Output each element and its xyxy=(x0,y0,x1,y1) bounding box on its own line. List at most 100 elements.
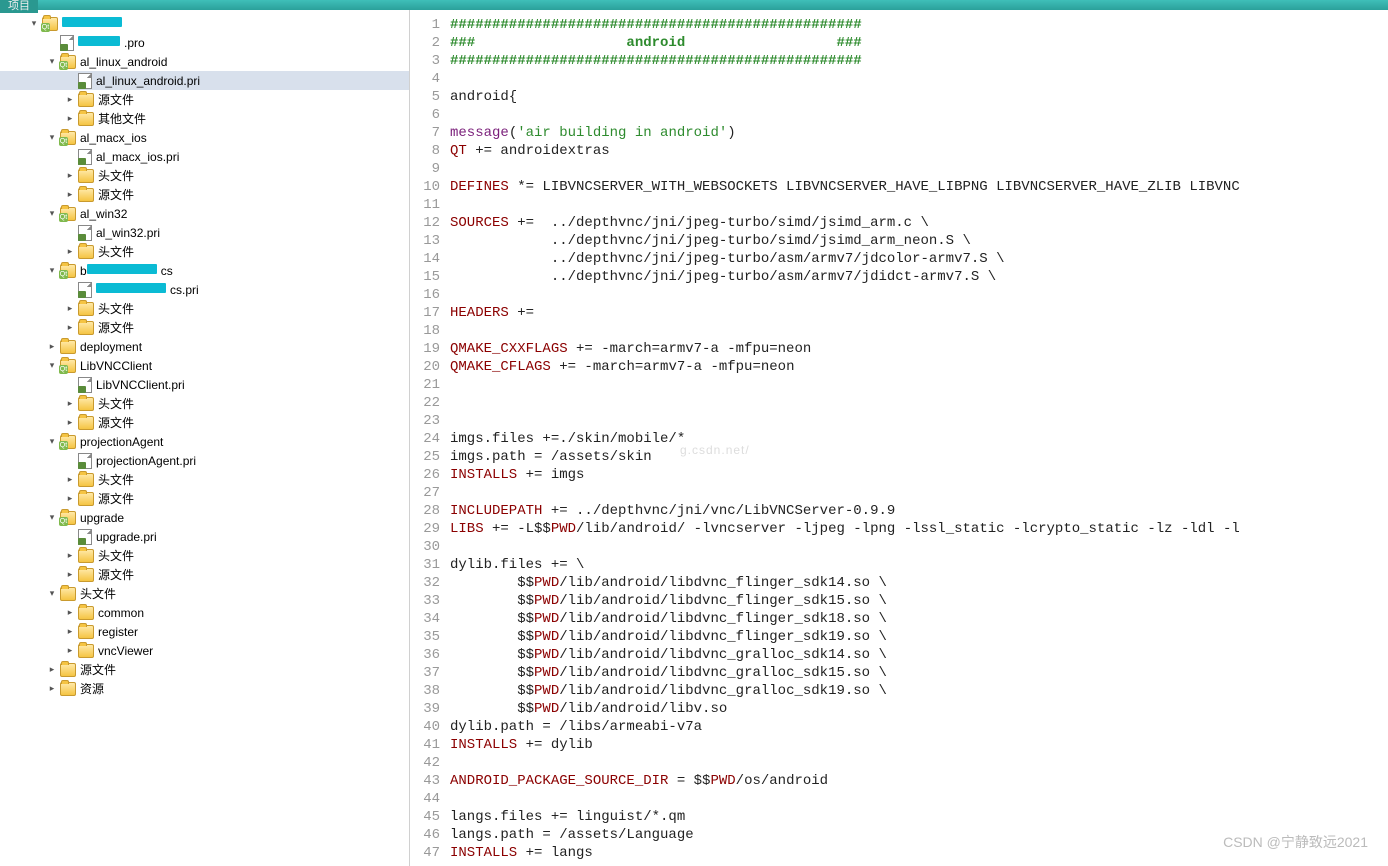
code-line[interactable]: INSTALLS += langs xyxy=(450,844,1388,862)
chevron-down-icon[interactable]: ▾ xyxy=(46,56,58,68)
code-line[interactable]: dylib.path = /libs/armeabi-v7a xyxy=(450,718,1388,736)
project-tree[interactable]: ▾Qt...pro▾Qtal_linux_androidal_linux_and… xyxy=(0,14,409,698)
chevron-right-icon[interactable]: ▸ xyxy=(64,645,76,657)
code-line[interactable]: ########################################… xyxy=(450,16,1388,34)
tree-item[interactable]: ▾头文件 xyxy=(0,584,409,603)
tree-item[interactable]: ▾Qtb.cs xyxy=(0,261,409,280)
code-line[interactable]: $$PWD/lib/android/libdvnc_flinger_sdk15.… xyxy=(450,592,1388,610)
code-line[interactable] xyxy=(450,376,1388,394)
code-line[interactable]: ../depthvnc/jni/jpeg-turbo/asm/armv7/jdi… xyxy=(450,268,1388,286)
tree-item[interactable]: ▸头文件 xyxy=(0,470,409,489)
tree-item[interactable]: ▸源文件 xyxy=(0,185,409,204)
tree-item[interactable]: ▸源文件 xyxy=(0,565,409,584)
chevron-right-icon[interactable]: ▸ xyxy=(64,94,76,106)
tree-item[interactable]: ▾QtprojectionAgent xyxy=(0,432,409,451)
tree-item[interactable]: ▾Qtal_linux_android xyxy=(0,52,409,71)
code-line[interactable]: langs.files += linguist/*.qm xyxy=(450,808,1388,826)
tree-item[interactable]: ▸deployment xyxy=(0,337,409,356)
chevron-right-icon[interactable]: ▸ xyxy=(64,189,76,201)
chevron-down-icon[interactable]: ▾ xyxy=(46,436,58,448)
code-line[interactable]: imgs.path = /assets/skin xyxy=(450,448,1388,466)
chevron-down-icon[interactable]: ▾ xyxy=(46,208,58,220)
tree-item[interactable]: ▾Qt. xyxy=(0,14,409,33)
tree-item[interactable]: .cs.pri xyxy=(0,280,409,299)
code-line[interactable]: $$PWD/lib/android/libdvnc_flinger_sdk19.… xyxy=(450,628,1388,646)
chevron-right-icon[interactable]: ▸ xyxy=(64,474,76,486)
tree-item[interactable]: al_linux_android.pri xyxy=(0,71,409,90)
code-line[interactable]: $$PWD/lib/android/libdvnc_flinger_sdk18.… xyxy=(450,610,1388,628)
code-line[interactable]: ../depthvnc/jni/jpeg-turbo/simd/jsimd_ar… xyxy=(450,232,1388,250)
code-line[interactable]: QMAKE_CFLAGS += -march=armv7-a -mfpu=neo… xyxy=(450,358,1388,376)
code-line[interactable]: ../depthvnc/jni/jpeg-turbo/asm/armv7/jdc… xyxy=(450,250,1388,268)
chevron-right-icon[interactable]: ▸ xyxy=(64,569,76,581)
code-line[interactable]: QT += androidextras xyxy=(450,142,1388,160)
tree-item[interactable]: ▸头文件 xyxy=(0,166,409,185)
tree-item[interactable]: ▸common xyxy=(0,603,409,622)
code-line[interactable] xyxy=(450,754,1388,772)
code-line[interactable]: android{ xyxy=(450,88,1388,106)
code-line[interactable]: $$PWD/lib/android/libdvnc_gralloc_sdk14.… xyxy=(450,646,1388,664)
chevron-right-icon[interactable]: ▸ xyxy=(46,341,58,353)
tree-item[interactable]: projectionAgent.pri xyxy=(0,451,409,470)
tree-item[interactable]: ▸源文件 xyxy=(0,90,409,109)
code-line[interactable]: $$PWD/lib/android/libdvnc_gralloc_sdk15.… xyxy=(450,664,1388,682)
tree-item[interactable]: ▸vncViewer xyxy=(0,641,409,660)
chevron-right-icon[interactable]: ▸ xyxy=(64,493,76,505)
chevron-right-icon[interactable]: ▸ xyxy=(64,246,76,258)
chevron-right-icon[interactable]: ▸ xyxy=(64,322,76,334)
code-line[interactable]: $$PWD/lib/android/libdvnc_gralloc_sdk19.… xyxy=(450,682,1388,700)
code-line[interactable]: QMAKE_CXXFLAGS += -march=armv7-a -mfpu=n… xyxy=(450,340,1388,358)
chevron-down-icon[interactable]: ▾ xyxy=(46,588,58,600)
code-line[interactable] xyxy=(450,790,1388,808)
code-line[interactable]: $$PWD/lib/android/libv.so xyxy=(450,700,1388,718)
tree-item[interactable]: ..pro xyxy=(0,33,409,52)
code-line[interactable]: SOURCES += ../depthvnc/jni/jpeg-turbo/si… xyxy=(450,214,1388,232)
code-line[interactable]: dylib.files += \ xyxy=(450,556,1388,574)
chevron-down-icon[interactable]: ▾ xyxy=(46,360,58,372)
tree-item[interactable]: ▸资源 xyxy=(0,679,409,698)
code-line[interactable]: HEADERS += xyxy=(450,304,1388,322)
chevron-down-icon[interactable]: ▾ xyxy=(46,265,58,277)
code-line[interactable]: INSTALLS += imgs xyxy=(450,466,1388,484)
tree-item[interactable]: ▸源文件 xyxy=(0,413,409,432)
tree-item[interactable]: ▸头文件 xyxy=(0,394,409,413)
code-line[interactable]: message('air building in android') xyxy=(450,124,1388,142)
code-line[interactable]: LIBS += -L$$PWD/lib/android/ -lvncserver… xyxy=(450,520,1388,538)
tree-item[interactable]: ▸其他文件 xyxy=(0,109,409,128)
code-line[interactable] xyxy=(450,196,1388,214)
code-line[interactable] xyxy=(450,484,1388,502)
chevron-right-icon[interactable]: ▸ xyxy=(64,113,76,125)
chevron-right-icon[interactable]: ▸ xyxy=(64,398,76,410)
tree-item[interactable]: upgrade.pri xyxy=(0,527,409,546)
code-editor[interactable]: 1234567891011121314151617181920212223242… xyxy=(410,10,1388,866)
tree-item[interactable]: ▾Qtal_macx_ios xyxy=(0,128,409,147)
code-line[interactable] xyxy=(450,286,1388,304)
tree-item[interactable]: ▾Qtal_win32 xyxy=(0,204,409,223)
chevron-right-icon[interactable]: ▸ xyxy=(64,550,76,562)
tree-item[interactable]: ▸源文件 xyxy=(0,660,409,679)
code-line[interactable]: INCLUDEPATH += ../depthvnc/jni/vnc/LibVN… xyxy=(450,502,1388,520)
chevron-right-icon[interactable]: ▸ xyxy=(64,417,76,429)
chevron-down-icon[interactable]: ▾ xyxy=(46,132,58,144)
chevron-right-icon[interactable]: ▸ xyxy=(64,626,76,638)
chevron-down-icon[interactable]: ▾ xyxy=(28,18,40,30)
tree-item[interactable]: al_macx_ios.pri xyxy=(0,147,409,166)
code-line[interactable]: ANDROID_PACKAGE_SOURCE_DIR = $$PWD/os/an… xyxy=(450,772,1388,790)
code-line[interactable]: ### android ### xyxy=(450,34,1388,52)
tree-item[interactable]: ▸register xyxy=(0,622,409,641)
code-line[interactable]: DEFINES *= LIBVNCSERVER_WITH_WEBSOCKETS … xyxy=(450,178,1388,196)
code-line[interactable] xyxy=(450,106,1388,124)
code-line[interactable]: $$PWD/lib/android/libdvnc_flinger_sdk14.… xyxy=(450,574,1388,592)
code-line[interactable] xyxy=(450,160,1388,178)
chevron-down-icon[interactable]: ▾ xyxy=(46,512,58,524)
code-line[interactable] xyxy=(450,394,1388,412)
code-line[interactable]: INSTALLS += dylib xyxy=(450,736,1388,754)
project-tree-panel[interactable]: ▾Qt...pro▾Qtal_linux_androidal_linux_and… xyxy=(0,0,410,866)
code-line[interactable]: ########################################… xyxy=(450,52,1388,70)
code-line[interactable] xyxy=(450,538,1388,556)
code-line[interactable] xyxy=(450,322,1388,340)
tree-item[interactable]: ▸头文件 xyxy=(0,299,409,318)
tree-item[interactable]: ▾QtLibVNCClient xyxy=(0,356,409,375)
tree-item[interactable]: al_win32.pri xyxy=(0,223,409,242)
tree-item[interactable]: ▸头文件 xyxy=(0,242,409,261)
